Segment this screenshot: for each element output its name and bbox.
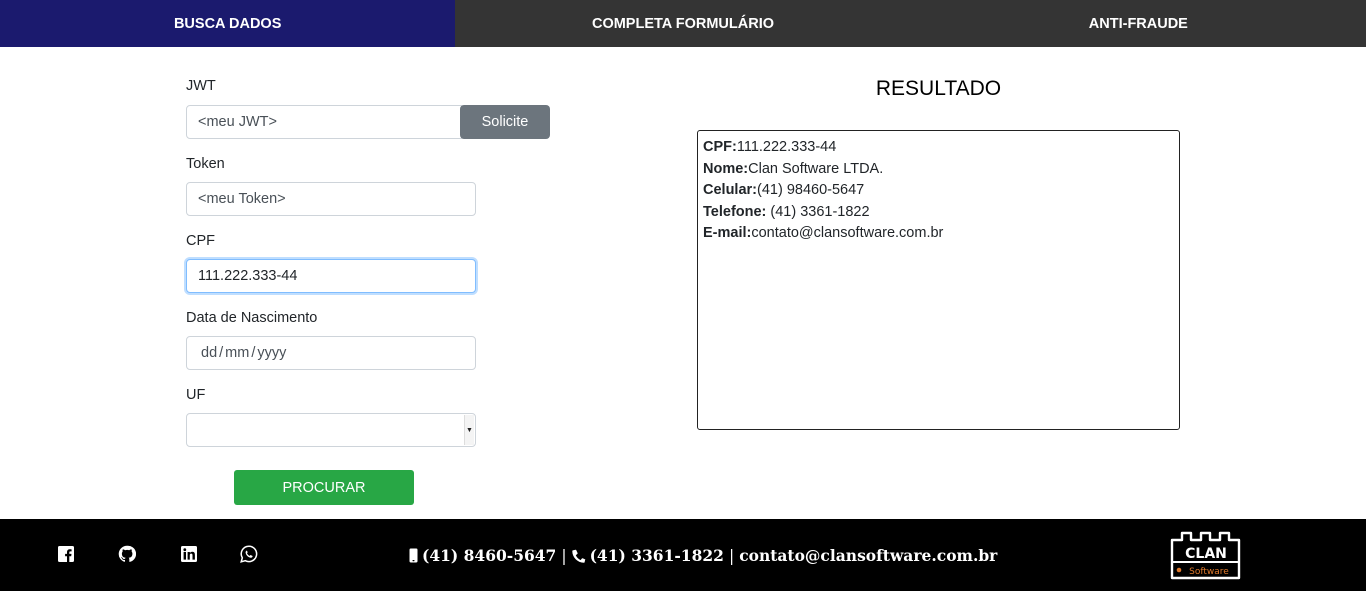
result-value: 111.222.333-44 [736,139,837,155]
result-key: E-mail: [703,225,752,241]
date-separator: / [251,345,256,361]
chevron-down-icon[interactable]: ▼ [464,415,474,445]
result-row-celular: Celular:(41) 98460-5647 [703,180,1174,202]
result-title: RESULTADO [875,77,1002,100]
token-label: Token [186,156,225,172]
birth-year-part: yyyy [257,345,287,361]
date-separator: / [219,345,224,361]
whatsapp-icon[interactable] [240,545,258,563]
result-box: CPF:111.222.333-44 Nome:Clan Software LT… [697,130,1180,430]
footer: (41) 8460-5647 | (41) 3361-1822 | contat… [0,519,1366,591]
birth-day-part: dd [201,345,218,361]
birth-date-input[interactable]: dd / mm / yyyy [186,336,476,370]
result-value: (41) 98460-5647 [757,182,865,198]
result-key: CPF: [703,139,737,155]
top-nav: BUSCA DADOS COMPLETA FORMULÁRIO ANTI-FRA… [0,0,1366,47]
mobile-phone-icon [409,548,418,563]
result-value: contato@clansoftware.com.br [751,225,944,241]
cpf-label: CPF [186,233,215,249]
result-value: Clan Software LTDA. [748,160,884,177]
solicite-button[interactable]: Solicite [460,105,550,139]
phone-icon [571,549,586,563]
result-key: Celular: [703,182,757,198]
procurar-button[interactable]: PROCURAR [234,470,414,505]
footer-contact: (41) 8460-5647 | (41) 3361-1822 | contat… [409,546,997,565]
birth-date-label: Data de Nascimento [186,310,318,326]
result-row-email: E-mail:contato@clansoftware.com.br [703,223,1174,245]
svg-text:Software: Software [1189,567,1229,577]
uf-select[interactable]: ▼ [186,413,476,447]
footer-separator: | [728,546,735,565]
result-value: (41) 3361-1822 [766,203,870,220]
footer-phone[interactable]: (41) 3361-1822 [590,546,724,565]
github-icon[interactable] [118,545,136,563]
result-row-cpf: CPF:111.222.333-44 [703,137,1174,159]
result-row-telefone: Telefone: (41) 3361-1822 [703,202,1174,224]
tab-anti-fraude[interactable]: ANTI-FRAUDE [911,0,1366,47]
footer-mobile[interactable]: (41) 8460-5647 [422,546,556,565]
cpf-input[interactable]: 111.222.333-44 [186,259,476,293]
result-key: Telefone: [703,203,767,220]
result-row-nome: Nome:Clan Software LTDA. [703,159,1174,181]
uf-label: UF [186,387,206,403]
facebook-icon[interactable] [57,545,75,563]
clan-software-logo: CLAN Software [1170,531,1241,580]
tab-completa-formulario[interactable]: COMPLETA FORMULÁRIO [455,0,910,47]
linkedin-icon[interactable] [180,545,198,563]
jwt-label: JWT [186,78,216,94]
jwt-input[interactable]: <meu JWT> [186,105,462,139]
token-input[interactable]: <meu Token> [186,182,476,216]
footer-separator: | [561,546,567,565]
footer-email[interactable]: contato@clansoftware.com.br [739,546,997,565]
tab-busca-dados[interactable]: BUSCA DADOS [0,0,456,47]
birth-month-part: mm [225,345,250,361]
result-key: Nome: [703,160,749,177]
svg-text:CLAN: CLAN [1185,546,1227,562]
